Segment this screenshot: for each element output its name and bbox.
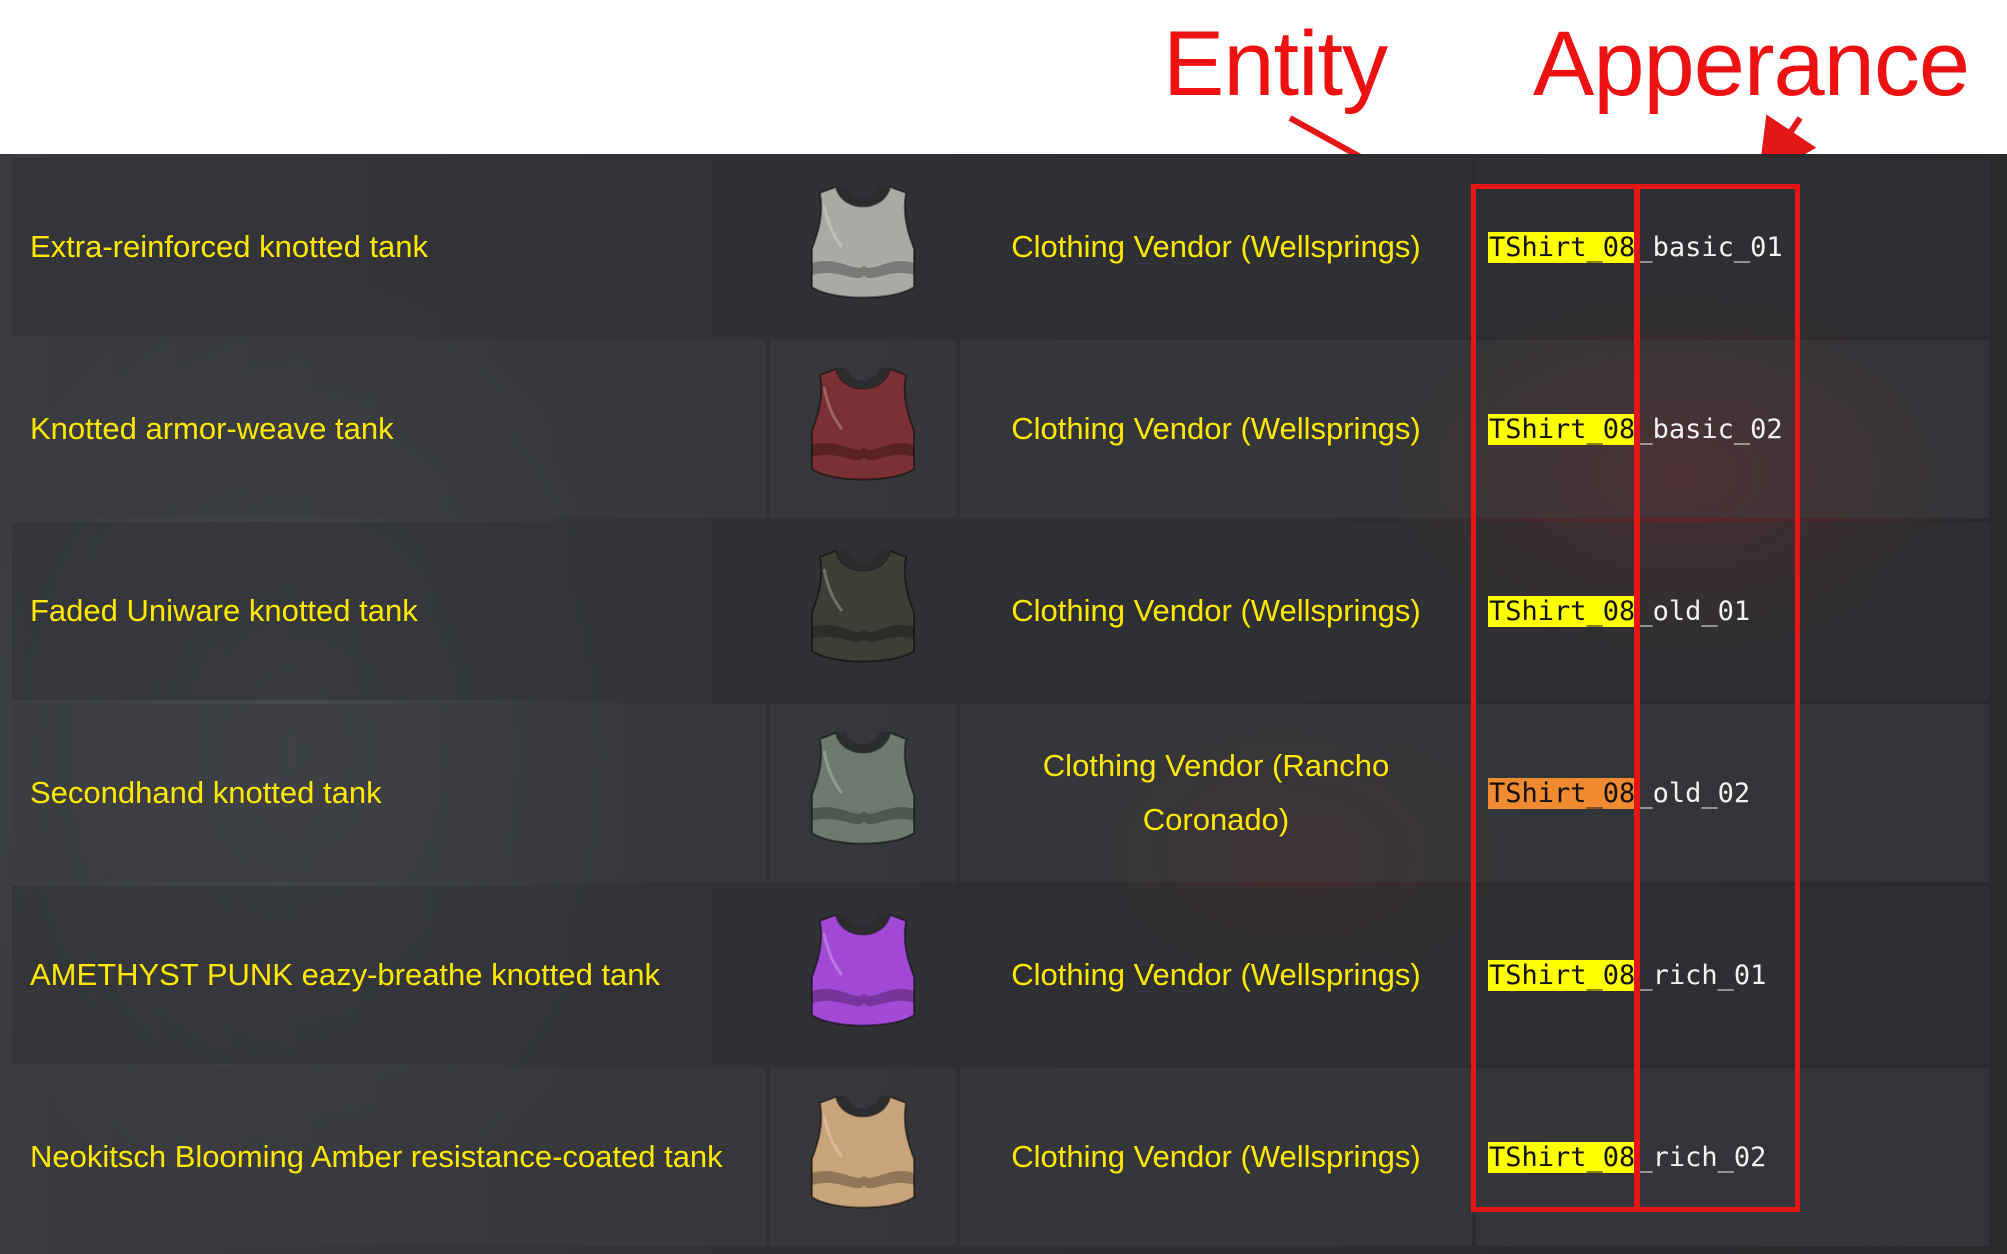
tank-top-red-icon [811, 366, 915, 480]
tank-top-purple-icon [811, 912, 915, 1026]
vendor-name: Clothing Vendor (Wellsprings) [960, 340, 1472, 518]
item-name: Knotted armor-weave tank [12, 340, 766, 518]
appearance-highlight-box [1635, 184, 1800, 1212]
item-name: AMETHYST PUNK eazy-breathe knotted tank [12, 886, 766, 1064]
item-icon-cell [770, 522, 956, 700]
item-name: Faded Uniware knotted tank [12, 522, 766, 700]
tank-top-amber-icon [811, 1094, 915, 1208]
tank-top-olive-icon [811, 548, 915, 662]
item-name: Secondhand knotted tank [12, 704, 766, 882]
item-icon-cell [770, 886, 956, 1064]
vendor-name: Clothing Vendor (Wellsprings) [960, 522, 1472, 700]
tank-top-white-icon [811, 184, 915, 298]
item-icon-cell [770, 704, 956, 882]
item-icon-cell [770, 340, 956, 518]
vendor-name: Clothing Vendor (Rancho Coronado) [960, 704, 1472, 882]
item-name: Extra-reinforced knotted tank [12, 158, 766, 336]
vendor-name: Clothing Vendor (Wellsprings) [960, 158, 1472, 336]
vendor-name: Clothing Vendor (Wellsprings) [960, 1068, 1472, 1246]
item-name: Neokitsch Blooming Amber resistance-coat… [12, 1068, 766, 1246]
tank-top-gray-green-icon [811, 730, 915, 844]
item-icon-cell [770, 1068, 956, 1246]
vendor-name: Clothing Vendor (Wellsprings) [960, 886, 1472, 1064]
entity-highlight-box [1471, 184, 1639, 1212]
item-icon-cell [770, 158, 956, 336]
